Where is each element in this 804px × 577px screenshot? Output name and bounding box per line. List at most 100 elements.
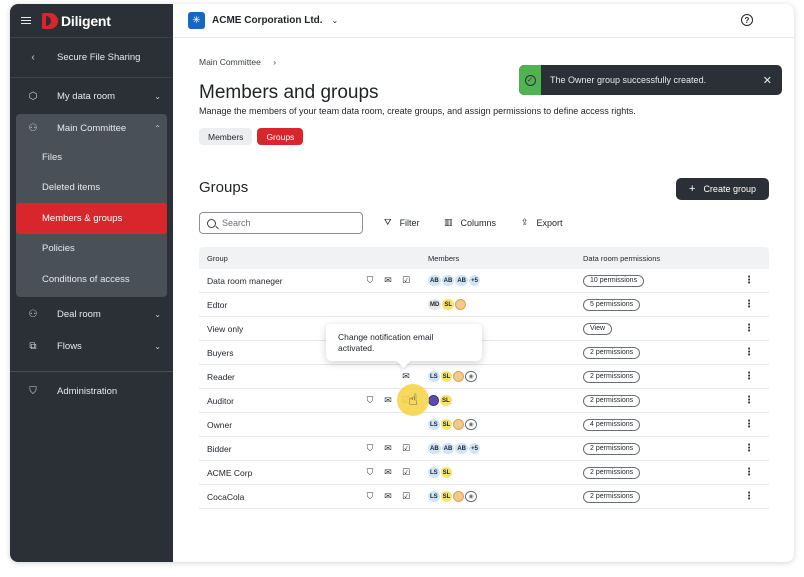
permissions-badge[interactable]: 4 permissions	[583, 418, 641, 431]
group-name[interactable]: Bidder	[207, 444, 232, 454]
more-options-icon[interactable]: ⋮	[744, 299, 754, 310]
table-row[interactable]: CocaCola ⛉ ✉ ☑ LS SL ◉ 2 permissions ⋮	[199, 485, 769, 509]
back-label: Secure File Sharing	[57, 52, 141, 63]
group-name[interactable]: Auditor	[207, 396, 234, 406]
shield-icon[interactable]: ⛉	[364, 491, 376, 502]
group-name[interactable]: Owner	[207, 420, 232, 430]
table-row[interactable]: Buyers 2 permissions ⋮	[199, 341, 769, 365]
member-avatars: AB AB AB +5	[428, 275, 481, 286]
search-field[interactable]	[199, 212, 363, 234]
column-header-group[interactable]: Group	[207, 254, 228, 263]
permissions-badge[interactable]: 2 permissions	[583, 466, 641, 479]
group-name[interactable]: Data room maneger	[207, 276, 283, 286]
user-check-icon[interactable]: ☑	[400, 275, 412, 286]
sidebar-subitem-policies[interactable]: Policies	[16, 234, 167, 265]
more-options-icon[interactable]: ⋮	[744, 275, 754, 286]
avatar: +5	[469, 275, 481, 286]
permissions-badge[interactable]: 2 permissions	[583, 442, 641, 455]
user-check-icon[interactable]: ☑	[400, 491, 412, 502]
more-options-icon[interactable]: ⋮	[744, 347, 754, 358]
user-check-icon[interactable]: ☑	[400, 467, 412, 478]
envelope-icon[interactable]: ✉	[400, 371, 412, 382]
permissions-badge[interactable]: 10 permissions	[583, 274, 645, 287]
create-group-label: Create group	[703, 184, 756, 194]
more-options-icon[interactable]: ⋮	[744, 371, 754, 382]
permissions-badge[interactable]: View	[583, 322, 613, 335]
envelope-icon[interactable]: ✉	[382, 491, 394, 502]
chevron-right-icon: ›	[273, 57, 277, 67]
member-avatars: LS SL ◉	[428, 491, 478, 502]
chevron-down-icon[interactable]: ⌄	[332, 16, 339, 25]
avatar	[453, 491, 465, 502]
search-input[interactable]	[222, 218, 342, 228]
table-row[interactable]: Auditor⛉✉☑SL2 permissions⋮	[199, 389, 769, 413]
envelope-icon[interactable]: ✉	[382, 467, 394, 478]
sidebar-subitem-deleted-items[interactable]: Deleted items	[16, 173, 167, 204]
user-check-icon[interactable]: ☑	[400, 443, 412, 454]
shield-icon[interactable]: ⛉	[364, 443, 376, 454]
toast-message: The Owner group successfully created.	[550, 75, 707, 85]
group-name[interactable]: CocaCola	[207, 492, 244, 502]
shield-icon[interactable]: ⛉	[364, 275, 376, 286]
permissions-badge[interactable]: 2 permissions	[583, 490, 641, 503]
table-row[interactable]: ACME Corp ⛉ ✉ ☑ LS SL 2 permissions ⋮	[199, 461, 769, 485]
group-name[interactable]: Buyers	[207, 348, 233, 358]
menu-icon[interactable]	[21, 16, 31, 25]
back-to-secure-file-sharing[interactable]: ‹ Secure File Sharing	[10, 38, 173, 78]
more-options-icon[interactable]: ⋮	[744, 467, 754, 478]
sidebar-subitem-members-groups[interactable]: Members & groups	[16, 203, 167, 234]
org-name[interactable]: ACME Corporation Ltd.	[212, 15, 323, 26]
filter-button[interactable]: ⛛ Filter	[384, 217, 420, 228]
more-options-icon[interactable]: ⋮	[744, 491, 754, 502]
avatar: AB	[441, 443, 455, 454]
column-header-members[interactable]: Members	[428, 254, 459, 263]
permissions-badge[interactable]: 5 permissions	[583, 298, 641, 311]
more-options-icon[interactable]: ⋮	[744, 395, 754, 406]
group-name[interactable]: Edtor	[207, 300, 227, 310]
diligent-logo-icon	[42, 12, 58, 29]
sidebar-item-administration[interactable]: ⛉ Administration	[10, 376, 173, 408]
permissions-badge[interactable]: 2 permissions	[583, 346, 641, 359]
shield-icon[interactable]: ⛉	[364, 467, 376, 478]
sidebar-item-flows[interactable]: ⧉ Flows ⌄	[10, 331, 173, 363]
more-options-icon[interactable]: ⋮	[744, 443, 754, 454]
group-name[interactable]: View only	[207, 324, 243, 334]
group-name[interactable]: ACME Corp	[207, 468, 252, 478]
more-options-icon[interactable]: ⋮	[744, 419, 754, 430]
shield-icon[interactable]: ⛉	[364, 395, 376, 406]
close-icon[interactable]: ✕	[763, 74, 772, 87]
tab-members[interactable]: Members	[199, 128, 253, 145]
export-icon: ⇪	[521, 217, 529, 227]
shield-icon: ⛉	[29, 386, 37, 397]
sidebar: Diligent ‹ Secure File Sharing ⬡ My data…	[10, 4, 173, 562]
sidebar-item-deal-room[interactable]: ⚇ Deal room ⌄	[10, 299, 173, 331]
sidebar-item-label: Main Committee	[57, 122, 127, 134]
columns-button[interactable]: ▥ Columns	[444, 217, 496, 228]
permissions-badge[interactable]: 2 permissions	[583, 394, 641, 407]
table-row[interactable]: Data room maneger ⛉ ✉ ☑ AB AB AB +5 10 permissio…	[199, 269, 769, 293]
breadcrumb-item[interactable]: Main Committee	[199, 57, 261, 67]
table-row[interactable]: Owner LS SL ◉ 4 permissions ⋮	[199, 413, 769, 437]
member-avatars: LS SL ◉	[428, 371, 478, 382]
group-name[interactable]: Reader	[207, 372, 235, 382]
tab-groups[interactable]: Groups	[257, 128, 304, 145]
sidebar-subitem-conditions-of-access[interactable]: Conditions of access	[16, 264, 167, 295]
table-row[interactable]: View only View ⋮	[199, 317, 769, 341]
sidebar-item-main-committee[interactable]: ⚇ Main Committee ⌃	[16, 114, 167, 142]
envelope-icon[interactable]: ✉	[382, 275, 394, 286]
column-header-permissions[interactable]: Data room permissions	[583, 254, 660, 263]
help-icon[interactable]: ?	[741, 14, 753, 26]
page-title: Members and groups	[199, 82, 379, 103]
table-row[interactable]: Bidder ⛉ ✉ ☑ AB AB AB +5 2 permissions ⋮	[199, 437, 769, 461]
permissions-badge[interactable]: 2 permissions	[583, 370, 641, 383]
envelope-icon[interactable]: ✉	[382, 443, 394, 454]
sidebar-item-my-data-room[interactable]: ⬡ My data room ⌄	[10, 80, 173, 112]
envelope-icon[interactable]: ✉	[382, 395, 394, 406]
create-group-button[interactable]: + Create group	[676, 178, 769, 200]
table-row[interactable]: Edtor MD SL 5 permissions ⋮	[199, 293, 769, 317]
more-options-icon[interactable]: ⋮	[744, 323, 754, 334]
sidebar-subitem-files[interactable]: Files	[16, 142, 167, 173]
export-button[interactable]: ⇪ Export	[521, 217, 563, 228]
member-avatars: LS SL	[428, 467, 453, 478]
table-row[interactable]: Reader ✉ LS SL ◉ 2 permissions ⋮	[199, 365, 769, 389]
